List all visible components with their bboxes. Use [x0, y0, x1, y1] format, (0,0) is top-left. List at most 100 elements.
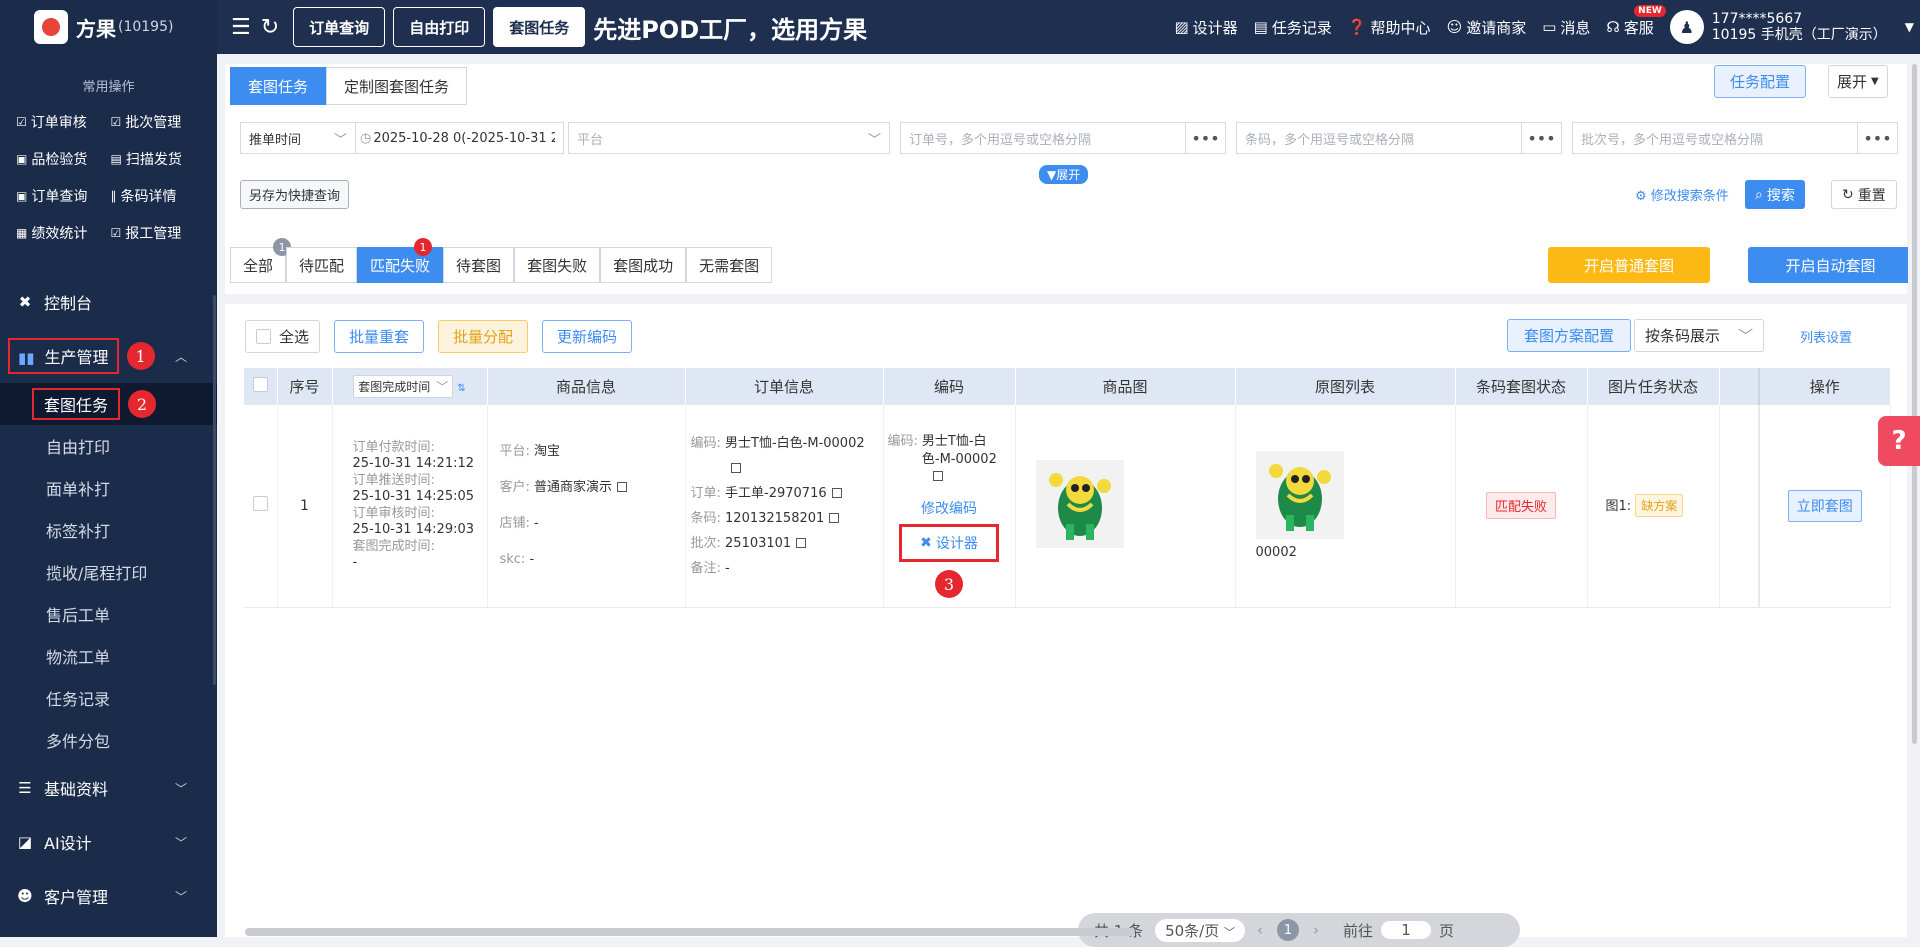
mockup-plan-config-button[interactable]: 套图方案配置: [1507, 319, 1632, 352]
list-settings-link[interactable]: 列表设置: [1800, 327, 1852, 346]
task-record-link[interactable]: ▤ 任务记录: [1254, 17, 1332, 38]
status-tab-pending-match[interactable]: 待匹配: [286, 247, 358, 283]
message-link[interactable]: ▭ 消息: [1542, 17, 1590, 38]
next-page-icon[interactable]: ›: [1313, 921, 1319, 939]
designer-button[interactable]: ✖ 设计器: [899, 524, 999, 563]
copy-icon[interactable]: [932, 471, 943, 482]
quick-barcode-detail[interactable]: ∥ 条码详情: [111, 177, 206, 214]
designer-link[interactable]: ▨ 设计器: [1174, 17, 1237, 38]
platform-select[interactable]: 平台 ﹀: [568, 122, 890, 154]
sidebar-item-pickup-print[interactable]: 揽收/尾程打印: [0, 551, 217, 593]
status-tab-pending-mockup[interactable]: 待套图: [443, 247, 515, 283]
sidebar-item-label-reprint[interactable]: 标签补打: [0, 509, 217, 551]
copy-icon[interactable]: [829, 512, 840, 523]
row-checkbox[interactable]: [244, 405, 278, 608]
caret-down-icon[interactable]: ▼: [1905, 20, 1914, 34]
order-more-icon[interactable]: •••: [1186, 122, 1226, 154]
copy-icon[interactable]: [617, 481, 628, 492]
table-toolbar: 全选 批量重套 批量分配 更新编码: [245, 320, 633, 353]
sidebar-item-free-print[interactable]: 自由打印: [0, 425, 217, 467]
vertical-scrollbar[interactable]: [1908, 54, 1920, 937]
modify-search-link[interactable]: ⚙ 修改搜索条件: [1635, 185, 1729, 204]
batch-assign-button[interactable]: 批量分配: [438, 320, 529, 353]
expand-filters-toggle[interactable]: ▼展开: [1039, 165, 1089, 184]
quick-quality-check[interactable]: ▣ 品检验货: [16, 140, 111, 177]
copy-icon[interactable]: [831, 487, 842, 498]
avatar[interactable]: ♟: [1669, 10, 1704, 44]
tab-custom-mockup-task[interactable]: 定制图套图任务: [326, 67, 468, 105]
task-config-button[interactable]: 任务配置: [1714, 65, 1807, 98]
user-phone: 177****5667: [1711, 11, 1803, 27]
refresh-icon[interactable]: ↻: [261, 15, 279, 40]
mockup-now-button[interactable]: 立即套图: [1787, 489, 1862, 522]
sidebar-item-task-record[interactable]: 任务记录: [0, 677, 217, 719]
batch-reset-button[interactable]: 批量重套: [334, 320, 425, 353]
sort-icon[interactable]: ⇅: [457, 383, 465, 394]
edit-code-link[interactable]: 修改编码: [888, 498, 1011, 518]
select-all-checkbox[interactable]: 全选: [245, 320, 321, 353]
save-quick-query-button[interactable]: 另存为快捷查询: [240, 180, 350, 209]
new-badge: NEW: [1634, 4, 1666, 17]
status-tab-no-mockup[interactable]: 无需套图: [686, 247, 773, 283]
start-normal-mockup-button[interactable]: 开启普通套图: [1548, 247, 1710, 283]
expand-button[interactable]: 展开 ▼: [1828, 65, 1888, 98]
sidebar-item-mockup-task[interactable]: 套图任务 2: [0, 383, 217, 425]
barcode-more-icon[interactable]: •••: [1522, 122, 1562, 154]
update-code-button[interactable]: 更新编码: [542, 320, 633, 353]
customer-service-link[interactable]: ☊ 客服 NEW: [1606, 4, 1666, 38]
top-tab-order-query[interactable]: 订单查询: [293, 7, 386, 47]
time-type-select[interactable]: 推单时间 ﹀: [240, 122, 356, 154]
user-info[interactable]: 177****5667 10195 手机壳（工厂演示）: [1712, 11, 1887, 43]
page-size-select[interactable]: 50条/页 ﹀: [1155, 918, 1246, 942]
copy-icon[interactable]: [796, 537, 807, 548]
display-mode-select[interactable]: 按条码展示 ﹀: [1634, 319, 1764, 352]
sidebar-item-waybill-reprint[interactable]: 面单补打: [0, 467, 217, 509]
quick-performance[interactable]: ▦ 绩效统计: [16, 214, 111, 251]
help-center-link[interactable]: ❓ 帮助中心: [1348, 17, 1431, 38]
date-range-picker[interactable]: ◷ 2025-10-28 0(-2025-10-31 2:: [356, 122, 564, 154]
nav-basic-data[interactable]: ☰ 基础资料 ﹀: [0, 761, 217, 815]
top-tab-mockup-task[interactable]: 套图任务: [493, 7, 586, 47]
horizontal-scrollbar[interactable]: [245, 928, 1135, 936]
brand-logo[interactable]: 方果 (10195): [0, 0, 217, 54]
menu-toggle-icon[interactable]: ☰: [231, 15, 251, 40]
quick-batch-manage[interactable]: ☑ 批次管理: [111, 103, 206, 140]
row-product-image[interactable]: [1015, 405, 1236, 608]
nav-ai-design[interactable]: ◪ AI设计 ﹀: [0, 815, 217, 869]
batch-more-icon[interactable]: •••: [1858, 122, 1898, 154]
top-tab-free-print[interactable]: 自由打印: [393, 7, 486, 47]
original-image-thumbnail[interactable]: [1255, 451, 1344, 540]
status-tab-match-failed[interactable]: 匹配失败 1: [357, 238, 444, 283]
header-checkbox[interactable]: [244, 368, 278, 405]
page-number[interactable]: 1: [1277, 919, 1300, 941]
floating-help-icon[interactable]: ?: [1878, 416, 1920, 466]
status-tab-mockup-failed[interactable]: 套图失败: [514, 247, 601, 283]
order-no-input[interactable]: 订单号，多个用逗号或空格分隔: [900, 122, 1186, 154]
quick-order-query[interactable]: ▣ 订单查询: [16, 177, 111, 214]
col-finish-time[interactable]: 套图完成时间 ﹀ ⇅: [332, 368, 488, 405]
invite-merchant-link[interactable]: ☺ 邀请商家: [1447, 17, 1527, 38]
sidebar-scrollbar[interactable]: [213, 295, 216, 685]
sidebar-item-multi-pack[interactable]: 多件分包: [0, 719, 217, 761]
checkbox-icon: [256, 329, 271, 344]
status-tab-mockup-success[interactable]: 套图成功: [600, 247, 687, 283]
quick-work-report[interactable]: ☑ 报工管理: [111, 214, 206, 251]
tab-mockup-task[interactable]: 套图任务: [230, 67, 327, 105]
search-button[interactable]: ⌕ 搜索: [1745, 180, 1805, 209]
sidebar-item-aftersale[interactable]: 售后工单: [0, 593, 217, 635]
nav-production[interactable]: ▮▮ 生产管理 1 ︿: [0, 329, 217, 383]
status-tab-all[interactable]: 全部 1: [230, 238, 292, 283]
quick-scan-ship[interactable]: ▤ 扫描发货: [111, 140, 206, 177]
barcode-input[interactable]: 条码，多个用逗号或空格分隔: [1236, 122, 1522, 154]
quick-order-review[interactable]: ☑ 订单审核: [16, 103, 111, 140]
batch-no-input[interactable]: 批次号，多个用逗号或空格分隔: [1572, 122, 1858, 154]
nav-customer[interactable]: ☻ 客户管理 ﹀: [0, 869, 217, 923]
goto-page-input[interactable]: 1: [1381, 921, 1432, 939]
copy-icon[interactable]: [730, 462, 741, 473]
start-auto-mockup-button[interactable]: 开启自动套图: [1748, 247, 1913, 283]
reset-button[interactable]: ↻ 重置: [1831, 180, 1897, 209]
nav-console[interactable]: ✖ 控制台: [0, 275, 217, 329]
prev-page-icon[interactable]: ‹: [1257, 921, 1263, 939]
product-thumbnail[interactable]: [1035, 459, 1124, 548]
sidebar-item-logistics[interactable]: 物流工单: [0, 635, 217, 677]
